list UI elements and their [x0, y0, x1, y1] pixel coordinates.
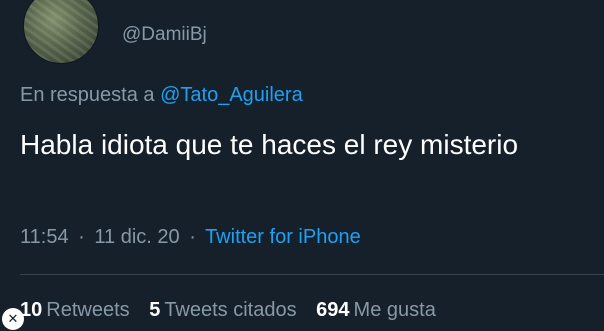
reply-prefix: En respuesta a	[20, 84, 155, 106]
quotes-label: Tweets citados	[164, 299, 297, 321]
quotes-count: 5	[149, 299, 161, 321]
tweet-date[interactable]: 11 dic. 20	[94, 226, 179, 248]
tweet-stats: 10 Retweets 5 Tweets citados 694 Me gusta	[20, 299, 450, 322]
likes-count: 694	[316, 299, 350, 321]
meta-separator: ·	[189, 226, 196, 248]
reply-context: En respuesta a @Tato_Aguilera	[20, 84, 303, 107]
retweets-label: Retweets	[46, 299, 130, 321]
divider	[20, 274, 604, 275]
reply-mention-link[interactable]: @Tato_Aguilera	[160, 84, 303, 106]
retweets-stat[interactable]: 10 Retweets	[20, 299, 135, 321]
display-name[interactable]: □□ ▲ □□□□□□□□	[122, 0, 289, 4]
likes-stat[interactable]: 694 Me gusta	[316, 299, 436, 321]
tweet-time: 11:54	[20, 226, 69, 248]
tweet-card: □□ ▲ □□□□□□□□ @DamiiBj En respuesta a @T…	[0, 0, 604, 331]
tweet-meta: 11:54 · 11 dic. 20 · Twitter for iPhone	[20, 226, 361, 249]
x-icon[interactable]: ✕	[2, 308, 24, 330]
tweet-text: Habla idiota que te haces el rey misteri…	[20, 129, 519, 160]
likes-label: Me gusta	[353, 299, 436, 321]
avatar[interactable]	[23, 0, 99, 64]
quotes-stat[interactable]: 5 Tweets citados	[149, 299, 302, 321]
meta-separator: ·	[78, 226, 85, 248]
user-handle[interactable]: @DamiiBj	[122, 24, 207, 46]
tweet-source-link[interactable]: Twitter for iPhone	[205, 226, 361, 248]
